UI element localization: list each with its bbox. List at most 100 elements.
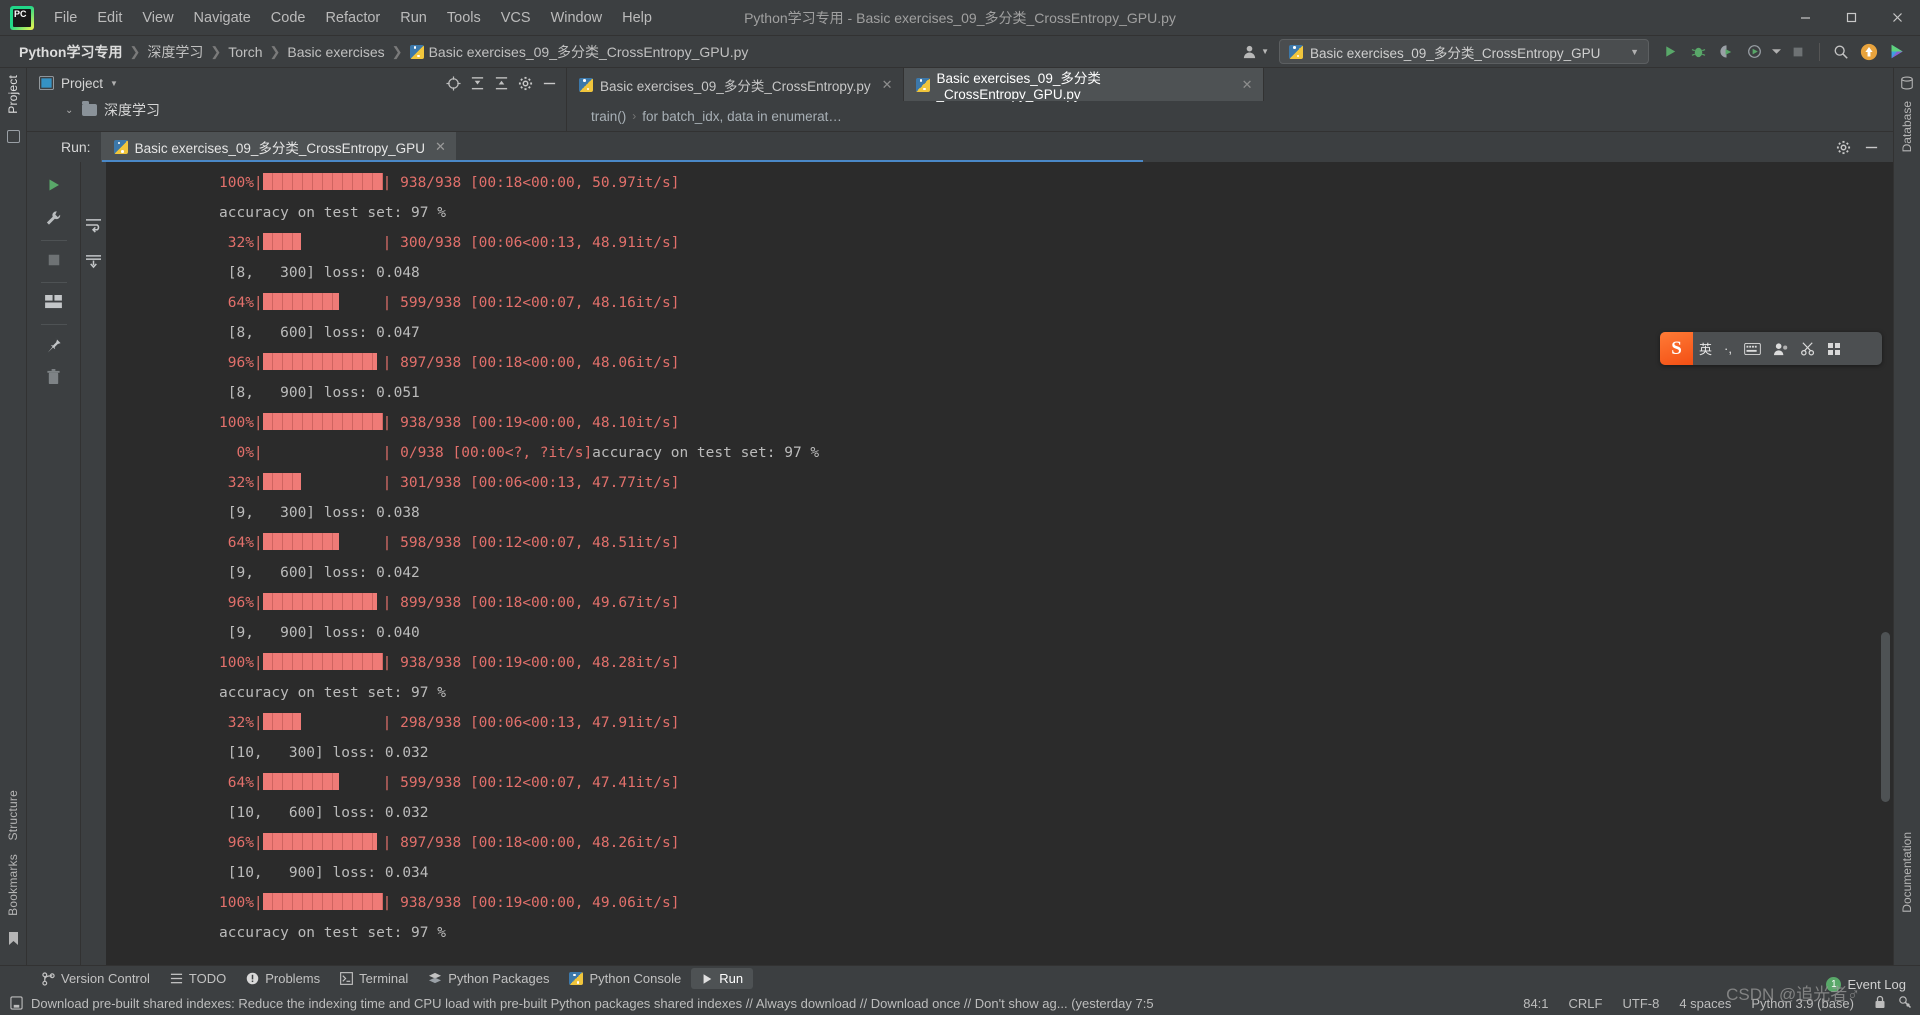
pin-icon[interactable] [39, 329, 69, 359]
sidebar-item-documentation[interactable]: Documentation [1900, 826, 1914, 919]
console-text: [10, 300] loss: 0.032 [219, 745, 429, 761]
scroll-to-end-icon[interactable] [83, 248, 105, 274]
line-separator[interactable]: CRLF [1569, 996, 1603, 1011]
console-text: | 300/938 [00:06<00:13, 48.91it/s] [382, 235, 680, 251]
rerun-button[interactable] [39, 170, 69, 200]
status-message[interactable]: Download pre-built shared indexes: Reduc… [31, 996, 1154, 1011]
search-everywhere-button[interactable] [1828, 39, 1854, 65]
close-icon[interactable]: ✕ [435, 139, 446, 155]
toolwindow-terminal[interactable]: Terminal [330, 968, 418, 989]
run-panel-header: Run: Basic exercises_09_多分类_CrossEntropy… [27, 132, 1893, 162]
memory-indicator-icon[interactable] [1898, 995, 1912, 1012]
menu-vcs[interactable]: VCS [491, 6, 541, 30]
caret-position[interactable]: 84:1 [1523, 996, 1548, 1011]
editor-breadcrumb-train[interactable]: train() [591, 109, 626, 124]
hide-panel-icon[interactable] [538, 72, 560, 94]
sogou-language-button[interactable]: 英 [1693, 332, 1718, 365]
event-log-button[interactable]: 1 Event Log [1826, 977, 1906, 992]
menu-refactor[interactable]: Refactor [315, 6, 390, 30]
update-button[interactable] [1856, 39, 1882, 65]
toolwindow-run[interactable]: Run [691, 968, 754, 989]
close-button[interactable] [1874, 0, 1920, 36]
breadcrumb-item-folder2[interactable]: Torch [223, 42, 267, 62]
bookmark-icon[interactable] [7, 923, 20, 959]
toolwindow-version-control[interactable]: Version Control [32, 968, 160, 989]
breadcrumb-item-project[interactable]: Python学习专用 [14, 40, 127, 64]
database-window-icon[interactable] [1900, 68, 1914, 95]
branch-icon [42, 971, 55, 986]
gear-icon[interactable] [514, 72, 536, 94]
breadcrumb-item-folder3[interactable]: Basic exercises [282, 42, 389, 62]
user-menu-button[interactable]: ▼ [1234, 40, 1277, 63]
sogou-input-toolbar[interactable]: S 英 ·, [1660, 332, 1882, 365]
minimize-panel-icon[interactable] [1859, 135, 1883, 159]
console-text: | 938/938 [00:18<00:00, 50.97it/s] [382, 175, 680, 191]
menu-tools[interactable]: Tools [437, 6, 491, 30]
project-square-icon[interactable] [6, 129, 20, 143]
stop-button[interactable] [39, 245, 69, 275]
sidebar-item-database-label: Database [1900, 101, 1914, 153]
sogou-user-icon[interactable] [1767, 332, 1795, 365]
trash-icon[interactable] [39, 362, 69, 392]
menu-view[interactable]: View [132, 6, 183, 30]
menu-edit[interactable]: Edit [87, 6, 132, 30]
soft-wrap-icon[interactable] [83, 212, 105, 238]
sidebar-item-database[interactable]: Database [1900, 95, 1914, 158]
select-opened-file-icon[interactable] [442, 72, 464, 94]
run-console-output[interactable]: 100%| | 938/938 [00:18<00:00, 50.97it/s] a… [107, 162, 1893, 965]
sogou-apps-grid-icon[interactable] [1822, 332, 1846, 365]
editor-tab-crossentropy[interactable]: Basic exercises_09_多分类_CrossEntropy.py ✕ [567, 68, 904, 101]
toolwindow-python-console[interactable]: Python Console [559, 968, 691, 989]
sogou-punctuation-button[interactable]: ·, [1718, 332, 1738, 365]
progress-bar-fill [262, 293, 339, 310]
packages-icon [429, 972, 442, 984]
toolwindow-python-packages[interactable]: Python Packages [418, 968, 559, 989]
close-icon[interactable]: ✕ [882, 77, 893, 93]
expand-all-icon[interactable] [466, 72, 488, 94]
gear-icon[interactable] [1831, 135, 1855, 159]
project-panel-caret-icon[interactable]: ▼ [110, 79, 118, 88]
toolwindow-problems[interactable]: Problems [236, 968, 330, 989]
menu-code[interactable]: Code [261, 6, 316, 30]
editor-breadcrumb-loop[interactable]: for batch_idx, data in enumerat… [642, 109, 842, 124]
minimize-button[interactable] [1782, 0, 1828, 36]
collapse-all-icon[interactable] [490, 72, 512, 94]
wrench-icon[interactable] [39, 203, 69, 233]
run-button[interactable] [1657, 39, 1683, 65]
toolwindow-todo[interactable]: TODO [160, 968, 236, 989]
profile-dropdown-caret-icon[interactable] [1769, 39, 1783, 65]
sidebar-item-project[interactable]: Project [6, 68, 20, 121]
layout-settings-icon[interactable] [39, 287, 69, 317]
sogou-scissors-icon[interactable] [1795, 332, 1822, 365]
run-configuration-selector[interactable]: Basic exercises_09_多分类_CrossEntropy_GPU … [1279, 39, 1649, 64]
sidebar-item-bookmarks[interactable]: Bookmarks [6, 847, 20, 923]
profile-button[interactable] [1741, 39, 1767, 65]
stop-button[interactable] [1785, 39, 1811, 65]
ai-assistant-button[interactable] [1884, 39, 1910, 65]
run-session-tab[interactable]: Basic exercises_09_多分类_CrossEntropy_GPU … [100, 132, 457, 162]
indent-setting[interactable]: 4 spaces [1679, 996, 1731, 1011]
menu-file[interactable]: File [44, 6, 87, 30]
sogou-keyboard-icon[interactable] [1738, 332, 1767, 365]
chevron-down-icon: ▼ [1630, 46, 1639, 57]
menu-navigate[interactable]: Navigate [184, 6, 261, 30]
console-scrollbar[interactable] [1881, 632, 1890, 802]
debug-button[interactable] [1685, 39, 1711, 65]
sogou-logo-icon[interactable]: S [1660, 332, 1693, 365]
menu-window[interactable]: Window [541, 6, 613, 30]
tree-node-folder[interactable]: ⌄ 深度学习 [65, 98, 566, 122]
run-coverage-button[interactable] [1713, 39, 1739, 65]
breadcrumb-item-file[interactable]: Basic exercises_09_多分类_CrossEntropy_GPU.… [405, 40, 754, 64]
file-encoding[interactable]: UTF-8 [1622, 996, 1659, 1011]
lock-icon[interactable] [1874, 995, 1886, 1012]
menu-help[interactable]: Help [612, 6, 662, 30]
sidebar-item-structure[interactable]: Structure [6, 783, 20, 848]
close-icon[interactable]: ✕ [1242, 77, 1253, 93]
menu-run[interactable]: Run [390, 6, 437, 30]
editor-tab-crossentropy-gpu[interactable]: Basic exercises_09_多分类_CrossEntropy_GPU.… [903, 68, 1264, 102]
python-interpreter[interactable]: Python 3.9 (base) [1751, 996, 1854, 1011]
maximize-button[interactable] [1828, 0, 1874, 36]
menu-navigate-label: Navigate [193, 9, 251, 26]
chevron-down-icon[interactable]: ⌄ [65, 105, 75, 116]
breadcrumb-item-folder1[interactable]: 深度学习 [142, 40, 208, 64]
